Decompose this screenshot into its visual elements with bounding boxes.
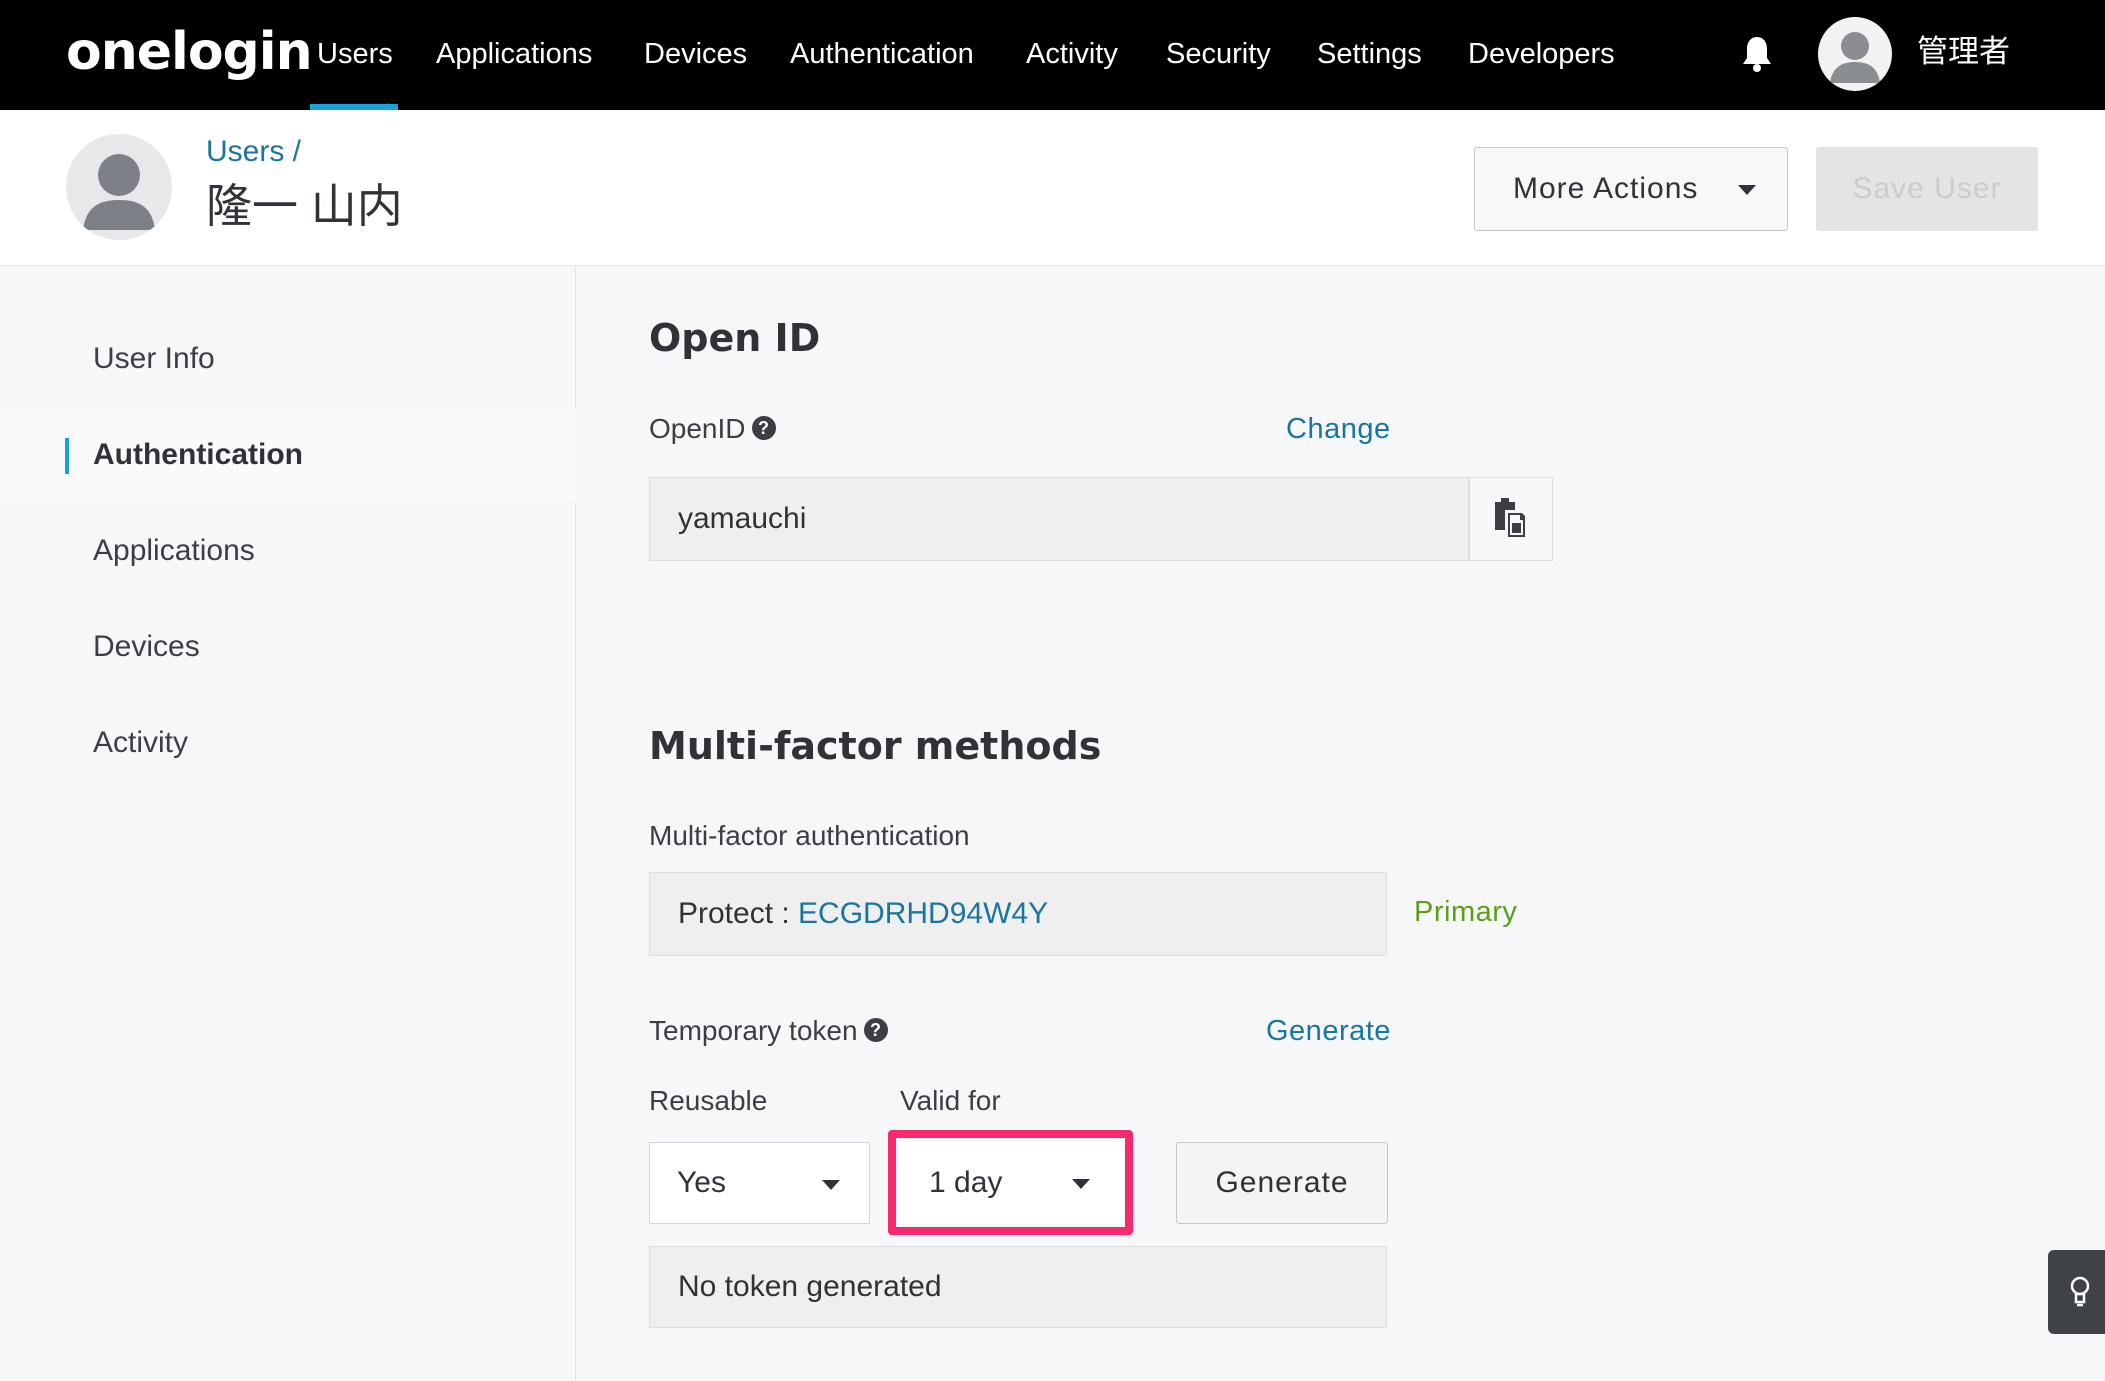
mfa-section-title: Multi-factor methods xyxy=(649,724,1102,768)
nav-settings[interactable]: Settings xyxy=(1317,32,1422,76)
sidebar-active-indicator xyxy=(65,438,69,474)
copy-button[interactable] xyxy=(1469,477,1553,561)
nav-devices[interactable]: Devices xyxy=(644,32,747,76)
help-icon[interactable]: ? xyxy=(863,1017,888,1042)
openid-label-text: OpenID xyxy=(649,413,746,444)
page-title: 隆一 山内 xyxy=(206,180,403,232)
mfa-label: Multi-factor authentication xyxy=(649,820,970,851)
reusable-select[interactable]: Yes xyxy=(649,1142,870,1224)
admin-name[interactable]: 管理者 xyxy=(1917,30,2010,74)
caret-down-icon xyxy=(1738,185,1756,195)
openid-change-link[interactable]: Change xyxy=(1286,409,1391,449)
primary-badge: Primary xyxy=(1414,896,1518,928)
nav-authentication[interactable]: Authentication xyxy=(790,32,974,76)
token-status: No token generated xyxy=(678,1270,942,1303)
more-actions-label: More Actions xyxy=(1513,172,1699,205)
mfa-method-field: Protect : ECGDRHD94W4Y xyxy=(649,872,1387,956)
lightbulb-icon xyxy=(2070,1276,2090,1307)
nav-activity[interactable]: Activity xyxy=(1026,32,1118,76)
nav-applications[interactable]: Applications xyxy=(436,32,592,76)
reusable-label: Reusable xyxy=(649,1085,768,1116)
onelogin-logo[interactable]: onelogin xyxy=(66,22,313,82)
tips-button[interactable] xyxy=(2048,1250,2105,1334)
more-actions-button[interactable]: More Actions xyxy=(1474,147,1788,231)
temporary-token-label: Temporary token? xyxy=(649,1011,888,1051)
save-user-button[interactable]: Save User xyxy=(1816,147,2038,231)
sidebar-item-devices[interactable]: Devices xyxy=(0,600,576,694)
temporary-token-label-text: Temporary token xyxy=(649,1015,858,1046)
nav-developers[interactable]: Developers xyxy=(1468,32,1615,76)
admin-avatar[interactable] xyxy=(1818,17,1892,91)
mfa-method: Protect : ECGDRHD94W4Y xyxy=(678,873,1048,955)
top-navigation: onelogin Users Applications Devices Auth… xyxy=(0,0,2105,110)
user-avatar xyxy=(66,134,172,240)
caret-down-icon xyxy=(822,1180,840,1190)
valid-for-label: Valid for xyxy=(900,1085,1001,1116)
token-status-field: No token generated xyxy=(649,1246,1387,1328)
sidebar-item-user-info[interactable]: User Info xyxy=(0,312,576,406)
openid-value: yamauchi xyxy=(678,502,807,535)
sidebar-item-activity[interactable]: Activity xyxy=(0,696,576,790)
openid-section-title: Open ID xyxy=(649,316,821,360)
openid-field: yamauchi xyxy=(649,477,1469,561)
copy-icon xyxy=(1495,498,1527,540)
bell-icon[interactable] xyxy=(1740,34,1774,74)
sidebar-item-label: Authentication xyxy=(93,438,303,471)
sidebar: User Info Authentication Applications De… xyxy=(0,267,576,1381)
help-icon[interactable]: ? xyxy=(751,415,776,440)
sidebar-item-applications[interactable]: Applications xyxy=(0,504,576,598)
generate-token-link[interactable]: Generate xyxy=(1266,1011,1391,1051)
generate-token-button[interactable]: Generate xyxy=(1176,1142,1388,1224)
user-header: Users / 隆一 山内 More Actions Save User xyxy=(0,110,2105,266)
mfa-method-prefix: Protect : xyxy=(678,897,799,930)
highlight-annotation xyxy=(888,1130,1133,1235)
nav-users[interactable]: Users xyxy=(317,32,393,76)
nav-security[interactable]: Security xyxy=(1166,32,1271,76)
breadcrumb-users[interactable]: Users / xyxy=(206,132,301,172)
openid-label: OpenID? xyxy=(649,409,776,449)
mfa-method-id[interactable]: ECGDRHD94W4Y xyxy=(798,897,1048,931)
reusable-value: Yes xyxy=(677,1166,726,1199)
sidebar-item-authentication[interactable]: Authentication xyxy=(0,408,576,502)
